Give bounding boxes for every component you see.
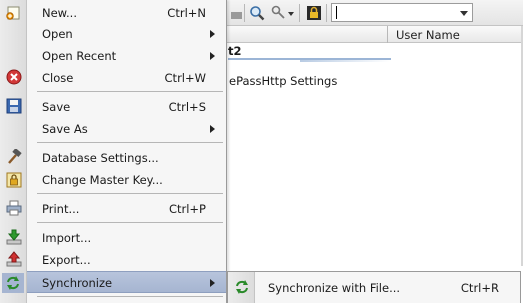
menu-item-label: Synchronize with File... bbox=[268, 281, 401, 295]
menu-item-synchronize-with-file[interactable]: Synchronize with File... Ctrl+R bbox=[255, 274, 520, 300]
menu-item-label: Print... bbox=[42, 202, 80, 216]
menu-item-change-master-key[interactable]: Change Master Key... bbox=[27, 169, 226, 191]
menu-separator bbox=[37, 91, 223, 92]
menu-item-export[interactable]: Export... bbox=[27, 249, 226, 271]
export-icon bbox=[5, 250, 23, 268]
submenu-icon-strip bbox=[228, 272, 255, 303]
entry-list-header: User Name bbox=[226, 26, 523, 43]
menu-item-shortcut: Ctrl+P bbox=[168, 202, 206, 216]
menu-item-save[interactable]: Save Ctrl+S bbox=[27, 96, 226, 118]
menu-item-label: Open bbox=[42, 27, 73, 41]
file-menu: New... Ctrl+N Open Open Recent Close Ctr… bbox=[27, 0, 227, 303]
synchronize-submenu: Synchronize with File... Ctrl+R bbox=[227, 271, 521, 303]
menu-item-database-settings[interactable]: Database Settings... bbox=[27, 147, 226, 169]
submenu-arrow-icon bbox=[210, 125, 215, 133]
submenu-arrow-icon bbox=[210, 30, 215, 38]
column-header-user-name[interactable]: User Name bbox=[396, 28, 460, 42]
search-icon bbox=[250, 6, 265, 21]
lock-workspace-button[interactable] bbox=[304, 3, 324, 23]
menu-item-label: Save bbox=[42, 100, 71, 114]
menu-item-save-as[interactable]: Save As bbox=[27, 118, 226, 140]
menu-item-shortcut: Ctrl+W bbox=[164, 71, 206, 85]
submenu-arrow-icon bbox=[210, 279, 215, 287]
menu-item-label: New... bbox=[42, 6, 77, 20]
menu-separator bbox=[37, 296, 223, 297]
menu-separator bbox=[37, 222, 223, 223]
menu-item-close[interactable]: Close Ctrl+W bbox=[27, 67, 226, 89]
lock-icon bbox=[307, 6, 321, 20]
menu-item-open-recent[interactable]: Open Recent bbox=[27, 45, 226, 67]
synchronize-icon bbox=[2, 273, 24, 293]
master-key-icon bbox=[5, 171, 23, 189]
import-icon bbox=[5, 228, 23, 246]
group-name: t2 bbox=[228, 44, 391, 60]
quick-search-input[interactable] bbox=[331, 3, 473, 22]
menu-item-label: Database Settings... bbox=[42, 151, 159, 165]
entry-row[interactable]: ePassHttp Settings bbox=[229, 74, 337, 88]
group-name-text: t2 bbox=[228, 44, 242, 58]
chevron-down-icon[interactable] bbox=[460, 11, 468, 16]
menu-item-shortcut: Ctrl+R bbox=[460, 281, 499, 295]
column-header-title[interactable] bbox=[226, 26, 388, 43]
menu-item-shortcut: Ctrl+S bbox=[168, 100, 206, 114]
synchronize-icon bbox=[233, 278, 251, 296]
database-settings-icon bbox=[5, 148, 23, 166]
print-icon bbox=[5, 199, 23, 217]
menu-item-shortcut: Ctrl+N bbox=[167, 6, 206, 20]
menu-item-label: Import... bbox=[42, 231, 92, 245]
menu-icon-strip bbox=[0, 0, 27, 303]
key-dropdown-icon bbox=[271, 5, 294, 19]
menu-item-label: Export... bbox=[42, 253, 91, 267]
save-icon bbox=[5, 97, 23, 115]
menu-item-new[interactable]: New... Ctrl+N bbox=[27, 2, 226, 24]
key-search-button[interactable] bbox=[270, 3, 296, 23]
menu-separator bbox=[37, 193, 223, 194]
menu-item-label: Synchronize bbox=[42, 276, 113, 290]
submenu-arrow-icon bbox=[210, 52, 215, 60]
menu-separator bbox=[37, 142, 223, 143]
new-database-icon bbox=[5, 3, 23, 21]
menu-item-label: Save As bbox=[42, 122, 88, 136]
menu-item-synchronize[interactable]: Synchronize bbox=[27, 271, 226, 293]
menu-item-label: Open Recent bbox=[42, 49, 117, 63]
menu-item-label: Change Master Key... bbox=[42, 173, 163, 187]
menu-item-print[interactable]: Print... Ctrl+P bbox=[27, 198, 226, 220]
menu-item-import[interactable]: Import... bbox=[27, 227, 226, 249]
menu-item-open[interactable]: Open bbox=[27, 23, 226, 45]
entry-title: ePassHttp Settings bbox=[229, 74, 338, 88]
menu-item-label: Close bbox=[42, 71, 74, 85]
find-button[interactable] bbox=[247, 3, 267, 23]
close-icon bbox=[5, 68, 23, 86]
lock-icon bbox=[231, 12, 242, 19]
